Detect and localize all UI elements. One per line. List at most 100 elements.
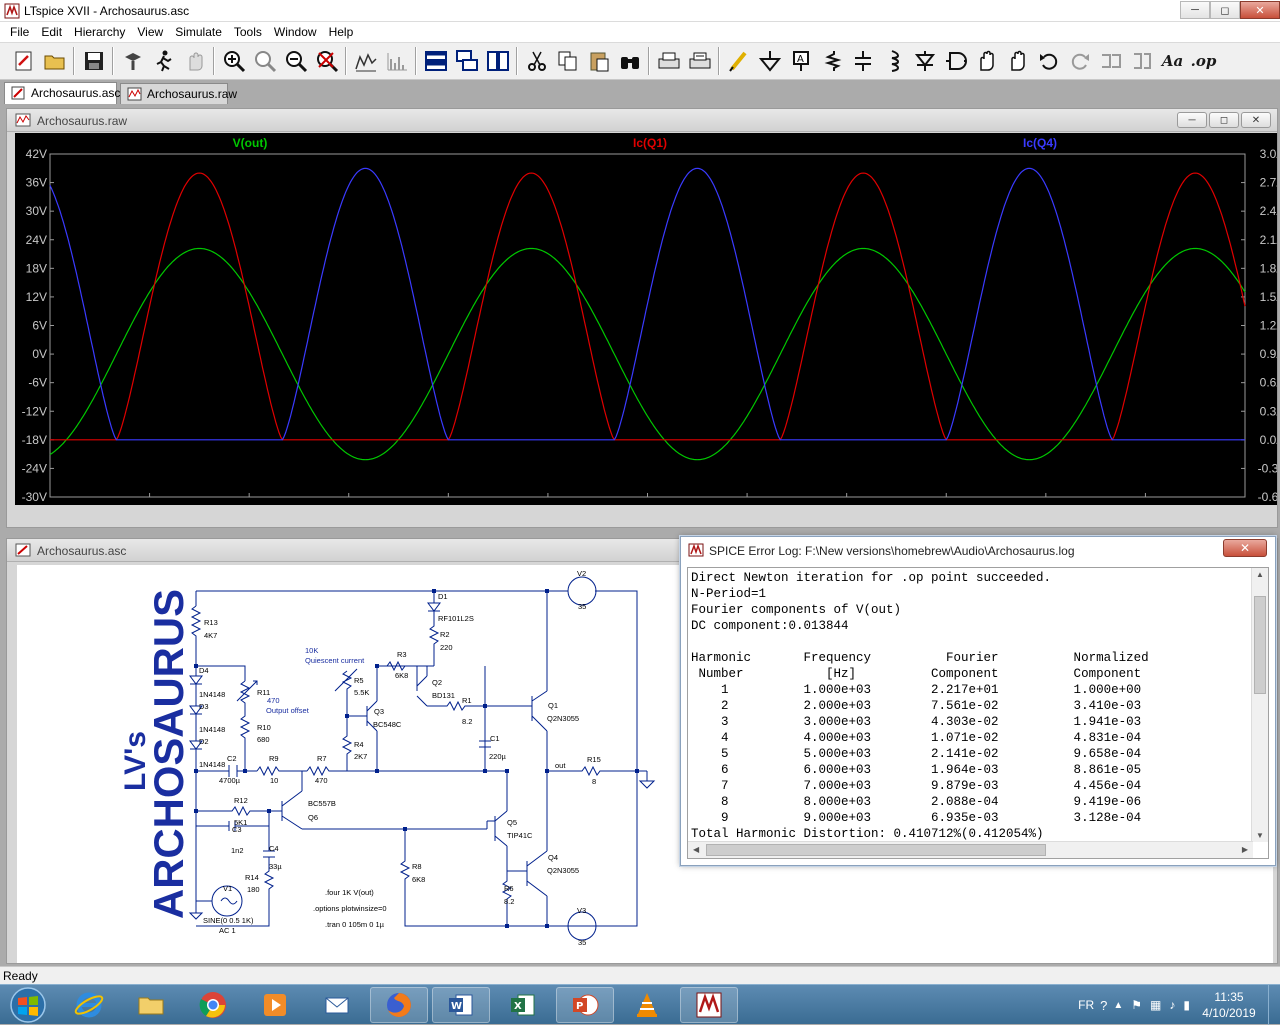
zoom-out-icon[interactable]: [280, 46, 311, 76]
save-icon[interactable]: [78, 46, 109, 76]
trace-legend-icq4[interactable]: Ic(Q4): [1023, 136, 1057, 150]
log-close-button[interactable]: ✕: [1223, 539, 1267, 557]
minimize-button[interactable]: ─: [1180, 1, 1210, 19]
log-line: N-Period=1: [691, 587, 767, 601]
tab-waveform[interactable]: Archosaurus.raw: [120, 83, 237, 104]
capacitor-icon[interactable]: [847, 46, 878, 76]
waveform-plot[interactable]: V(out)Ic(Q1)Ic(Q4) 100.8ms101.1ms101.4ms…: [15, 133, 1280, 517]
powerpoint-icon[interactable]: P: [556, 987, 614, 1023]
drag-icon[interactable]: [1002, 46, 1033, 76]
scroll-left-icon[interactable]: ◀: [693, 845, 699, 854]
waveform-close-button[interactable]: ✕: [1241, 112, 1271, 128]
paste-icon[interactable]: [583, 46, 614, 76]
trace-legend-vout[interactable]: V(out): [233, 136, 268, 150]
run-icon[interactable]: [148, 46, 179, 76]
cut-icon[interactable]: [521, 46, 552, 76]
waveform-minimize-button[interactable]: ─: [1177, 112, 1207, 128]
print-setup-icon[interactable]: [684, 46, 715, 76]
zoom-fit-icon[interactable]: [311, 46, 342, 76]
scroll-up-icon[interactable]: ▲: [1256, 570, 1264, 579]
log-text-area[interactable]: Direct Newton iteration for .op point su…: [687, 567, 1269, 859]
log-hscroll-thumb[interactable]: [706, 844, 1046, 856]
ltspice-icon[interactable]: [680, 987, 738, 1023]
x-tick-label: 102.3ms: [525, 503, 571, 505]
menu-simulate[interactable]: Simulate: [169, 25, 228, 39]
internet-explorer-icon[interactable]: [60, 987, 118, 1023]
help-icon[interactable]: ?: [1100, 998, 1107, 1013]
maximize-button[interactable]: ◻: [1210, 1, 1240, 19]
ground-icon[interactable]: [754, 46, 785, 76]
cascade-icon[interactable]: [451, 46, 482, 76]
action-center-icon[interactable]: ⚑: [1131, 998, 1142, 1012]
waveform-maximize-button[interactable]: ◻: [1209, 112, 1239, 128]
menu-tools[interactable]: Tools: [228, 25, 268, 39]
volume-icon[interactable]: ♪: [1169, 998, 1175, 1012]
tab-schematic[interactable]: Archosaurus.asc: [4, 82, 121, 104]
power-icon[interactable]: ▮: [1183, 998, 1190, 1012]
zoom-in-icon[interactable]: [218, 46, 249, 76]
resistor-icon[interactable]: [816, 46, 847, 76]
file-explorer-icon[interactable]: [122, 987, 180, 1023]
label-net-icon[interactable]: A: [785, 46, 816, 76]
tile-vertical-icon[interactable]: [482, 46, 513, 76]
fft-icon[interactable]: [381, 46, 412, 76]
menu-hierarchy[interactable]: Hierarchy: [68, 25, 131, 39]
autorange-icon[interactable]: [350, 46, 381, 76]
undo-icon[interactable]: [1033, 46, 1064, 76]
label-d4: D4: [199, 666, 209, 675]
new-schematic-icon[interactable]: [8, 46, 39, 76]
log-vscroll-thumb[interactable]: [1254, 596, 1266, 694]
excel-icon[interactable]: X: [494, 987, 552, 1023]
inductor-icon[interactable]: [878, 46, 909, 76]
rotate-icon[interactable]: [1095, 46, 1126, 76]
language-indicator[interactable]: FR: [1078, 998, 1094, 1012]
chrome-icon[interactable]: [184, 987, 242, 1023]
close-button[interactable]: ✕: [1240, 1, 1280, 19]
vlc-icon[interactable]: [618, 987, 676, 1023]
control-panel-icon[interactable]: [117, 46, 148, 76]
find-icon[interactable]: [614, 46, 645, 76]
label-q4-part: Q2N3055: [547, 866, 579, 875]
y-right-tick-label: 1.2A: [1260, 319, 1277, 333]
clock[interactable]: 11:35 4/10/2019: [1194, 989, 1264, 1021]
scroll-right-icon[interactable]: ▶: [1242, 845, 1248, 854]
copy-icon[interactable]: [552, 46, 583, 76]
menu-help[interactable]: Help: [323, 25, 360, 39]
diode-icon[interactable]: [909, 46, 940, 76]
show-desktop-button[interactable]: [1268, 985, 1280, 1025]
trace-legend-icq1[interactable]: Ic(Q1): [633, 136, 667, 150]
windows-mail-icon[interactable]: [308, 987, 366, 1023]
scroll-down-icon[interactable]: ▼: [1256, 831, 1264, 840]
draw-wire-icon[interactable]: [723, 46, 754, 76]
directive-options[interactable]: .options plotwinsize=0: [313, 904, 387, 913]
firefox-icon[interactable]: [370, 987, 428, 1023]
windows-start-icon[interactable]: [6, 986, 50, 1024]
spice-directive-icon[interactable]: .op: [1188, 46, 1219, 76]
network-icon[interactable]: ▦: [1150, 998, 1161, 1012]
menu-window[interactable]: Window: [268, 25, 323, 39]
directive-tran[interactable]: .tran 0 105m 0 1µ: [325, 920, 385, 929]
menu-edit[interactable]: Edit: [35, 25, 68, 39]
menu-view[interactable]: View: [131, 25, 169, 39]
y-right-tick-label: 0.3A: [1260, 404, 1277, 418]
log-vertical-scrollbar[interactable]: ▲ ▼: [1251, 568, 1268, 842]
log-horizontal-scrollbar[interactable]: ◀ ▶: [688, 841, 1253, 858]
directive-four[interactable]: .four 1K V(out): [325, 888, 374, 897]
component-icon[interactable]: [940, 46, 971, 76]
label-r9-value: 10: [270, 776, 278, 785]
redo-icon[interactable]: [1064, 46, 1095, 76]
tile-horizontal-icon[interactable]: [420, 46, 451, 76]
open-icon[interactable]: [39, 46, 70, 76]
media-player-icon[interactable]: [246, 987, 304, 1023]
halt-icon[interactable]: [179, 46, 210, 76]
tray-expand-icon[interactable]: ▲: [1113, 1000, 1123, 1011]
tab-schematic-label: Archosaurus.asc: [31, 86, 121, 100]
print-icon[interactable]: [653, 46, 684, 76]
move-icon[interactable]: [971, 46, 1002, 76]
word-icon[interactable]: W: [432, 987, 490, 1023]
mirror-icon[interactable]: [1126, 46, 1157, 76]
y-right-tick-label: 0.0A: [1260, 433, 1277, 447]
zoom-area-icon[interactable]: [249, 46, 280, 76]
text-icon[interactable]: Aa: [1157, 46, 1188, 76]
menu-file[interactable]: File: [4, 25, 35, 39]
